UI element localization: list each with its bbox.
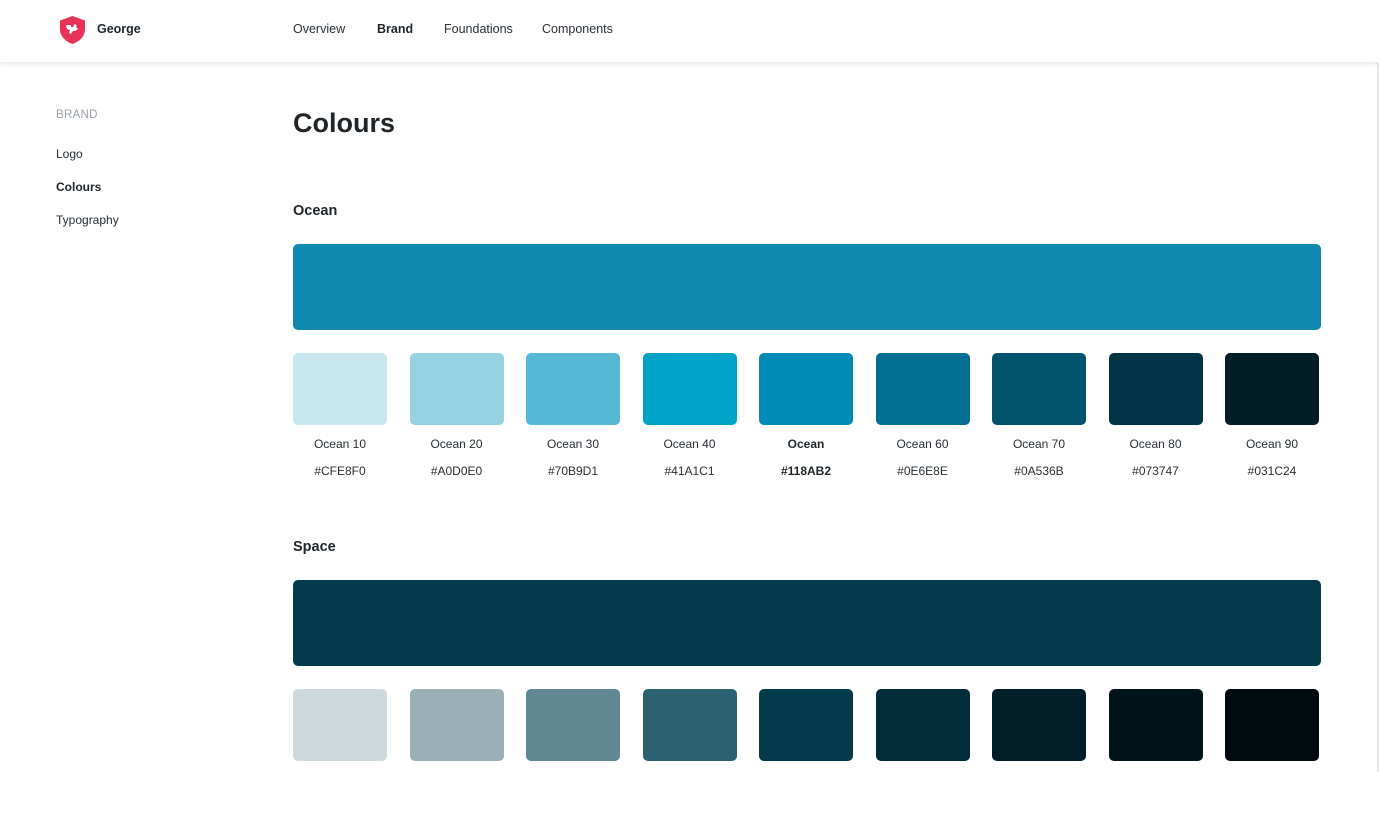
- swatch-ocean-90[interactable]: Ocean 90 #031C24: [1225, 353, 1319, 478]
- swatch-space-70[interactable]: [992, 689, 1086, 761]
- sidebar-heading: BRAND: [56, 109, 98, 121]
- swatch-ocean-60[interactable]: Ocean 60 #0E6E8E: [875, 353, 970, 478]
- swatch-chip[interactable]: [759, 353, 853, 425]
- swatch-ocean-base[interactable]: Ocean #118AB2: [759, 353, 853, 478]
- swatch-chip[interactable]: [526, 353, 620, 425]
- swatch-chip[interactable]: [992, 689, 1086, 761]
- swatch-chip[interactable]: [1225, 689, 1319, 761]
- swatch-chip[interactable]: [875, 353, 970, 425]
- swatch-hex: #031C24: [1247, 464, 1297, 478]
- sidebar-item-typography[interactable]: Typography: [56, 213, 119, 227]
- swatch-ocean-20[interactable]: Ocean 20 #A0D0E0: [409, 353, 504, 478]
- swatch-name: Ocean 30: [546, 437, 600, 451]
- swatch-name: Ocean 80: [1129, 437, 1182, 451]
- swatch-hex: #CFE8F0: [314, 464, 366, 478]
- swatch-hex: #118AB2: [780, 464, 832, 478]
- page-title: Colours: [293, 108, 396, 138]
- nav-brand[interactable]: Brand: [377, 22, 413, 36]
- brand-name[interactable]: George: [97, 22, 141, 36]
- swatch-row-ocean: Ocean 10 #CFE8F0 Ocean 20 #A0D0E0 Ocean …: [293, 353, 1321, 483]
- swatch-row-space: [293, 689, 1321, 819]
- swatch-chip[interactable]: [875, 689, 970, 761]
- shield-logo-icon[interactable]: [58, 15, 87, 45]
- swatch-space-10[interactable]: [293, 689, 387, 761]
- swatch-hex: #073747: [1132, 464, 1179, 478]
- swatch-chip[interactable]: [526, 689, 620, 761]
- swatch-space-20[interactable]: [409, 689, 504, 761]
- swatch-chip[interactable]: [409, 689, 504, 761]
- swatch-hex: #70B9D1: [547, 464, 599, 478]
- swatch-ocean-40[interactable]: Ocean 40 #41A1C1: [642, 353, 737, 478]
- swatch-space-base[interactable]: [759, 689, 853, 761]
- swatch-name: Ocean 10: [313, 437, 367, 451]
- palette-hero-space: [293, 580, 1321, 666]
- swatch-name: Ocean: [787, 437, 825, 451]
- swatch-name: Ocean 90: [1245, 437, 1299, 451]
- top-navigation-bar: George Overview Brand Foundations Compon…: [0, 0, 1379, 62]
- swatch-ocean-70[interactable]: Ocean 70 #0A536B: [992, 353, 1086, 478]
- swatch-chip[interactable]: [642, 689, 737, 761]
- nav-foundations[interactable]: Foundations: [444, 22, 513, 36]
- palette-hero-ocean: [293, 244, 1321, 330]
- sidebar-item-logo[interactable]: Logo: [56, 147, 83, 161]
- palette-title-ocean: Ocean: [293, 203, 338, 219]
- swatch-chip[interactable]: [992, 353, 1086, 425]
- swatch-chip[interactable]: [1108, 689, 1203, 761]
- swatch-chip[interactable]: [293, 689, 387, 761]
- palette-title-space: Space: [293, 539, 336, 555]
- swatch-ocean-80[interactable]: Ocean 80 #073747: [1108, 353, 1203, 478]
- swatch-chip[interactable]: [1225, 353, 1319, 425]
- swatch-hex: #0A536B: [1014, 464, 1064, 478]
- sidebar-item-colours[interactable]: Colours: [56, 180, 101, 194]
- swatch-space-60[interactable]: [875, 689, 970, 761]
- swatch-space-90[interactable]: [1225, 689, 1319, 761]
- swatch-space-30[interactable]: [526, 689, 620, 761]
- swatch-space-80[interactable]: [1108, 689, 1203, 761]
- sidebar: BRAND Logo Colours Typography: [0, 62, 240, 772]
- swatch-hex: #41A1C1: [664, 464, 715, 478]
- nav-overview[interactable]: Overview: [293, 22, 345, 36]
- swatch-name: Ocean 40: [663, 437, 716, 451]
- swatch-hex: #0E6E8E: [897, 464, 948, 478]
- swatch-hex: #A0D0E0: [430, 464, 483, 478]
- swatch-chip[interactable]: [409, 353, 504, 425]
- swatch-name: Ocean 60: [896, 437, 949, 451]
- swatch-chip[interactable]: [759, 689, 853, 761]
- swatch-name: Ocean 20: [430, 437, 483, 451]
- swatch-chip[interactable]: [1108, 353, 1203, 425]
- swatch-name: Ocean 70: [1012, 437, 1066, 451]
- swatch-ocean-30[interactable]: Ocean 30 #70B9D1: [526, 353, 620, 478]
- swatch-chip[interactable]: [293, 353, 387, 425]
- nav-components[interactable]: Components: [542, 22, 613, 36]
- swatch-space-40[interactable]: [642, 689, 737, 761]
- swatch-chip[interactable]: [642, 353, 737, 425]
- swatch-ocean-10[interactable]: Ocean 10 #CFE8F0: [293, 353, 387, 478]
